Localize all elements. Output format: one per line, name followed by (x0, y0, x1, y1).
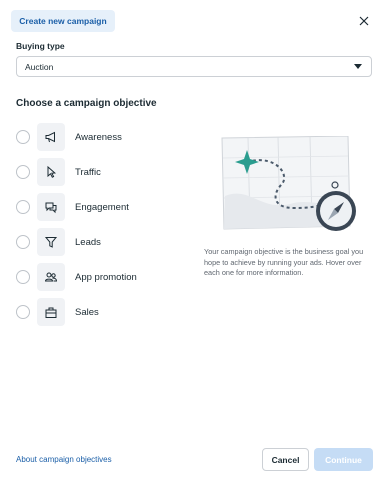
close-icon (359, 16, 369, 26)
radio-button[interactable] (16, 165, 30, 179)
buying-type-value: Auction (25, 61, 54, 72)
objective-description: Your campaign objective is the business … (204, 247, 364, 277)
buying-type-label: Buying type (16, 41, 65, 51)
cancel-button[interactable]: Cancel (262, 448, 309, 471)
chat-bubbles-icon (37, 193, 65, 221)
objective-label: App promotion (75, 271, 137, 283)
map-illustration (221, 135, 356, 231)
radio-button[interactable] (16, 270, 30, 284)
objective-label: Engagement (75, 201, 129, 213)
objective-app-promotion[interactable]: App promotion (16, 262, 196, 292)
about-campaign-objectives-link[interactable]: About campaign objectives (16, 455, 112, 464)
buying-type-select[interactable]: Auction (16, 56, 372, 77)
map-compass-illustration (220, 135, 360, 241)
objective-sales[interactable]: Sales (16, 297, 196, 327)
radio-button[interactable] (16, 305, 30, 319)
radio-button[interactable] (16, 200, 30, 214)
caret-down-icon (354, 64, 362, 69)
radio-button[interactable] (16, 130, 30, 144)
close-button[interactable] (356, 13, 372, 29)
radio-button[interactable] (16, 235, 30, 249)
funnel-icon (37, 228, 65, 256)
people-icon (37, 263, 65, 291)
objective-label: Awareness (75, 131, 122, 143)
create-campaign-tab[interactable]: Create new campaign (11, 10, 115, 32)
continue-button[interactable]: Continue (314, 448, 373, 471)
shopping-bag-icon (37, 298, 65, 326)
objective-engagement[interactable]: Engagement (16, 192, 196, 222)
cursor-icon (37, 158, 65, 186)
objective-traffic[interactable]: Traffic (16, 157, 196, 187)
objective-leads[interactable]: Leads (16, 227, 196, 257)
objective-heading: Choose a campaign objective (16, 98, 157, 109)
objective-label: Traffic (75, 166, 101, 178)
megaphone-icon (37, 123, 65, 151)
objective-awareness[interactable]: Awareness (16, 122, 196, 152)
objective-label: Sales (75, 306, 99, 318)
objective-label: Leads (75, 236, 101, 248)
